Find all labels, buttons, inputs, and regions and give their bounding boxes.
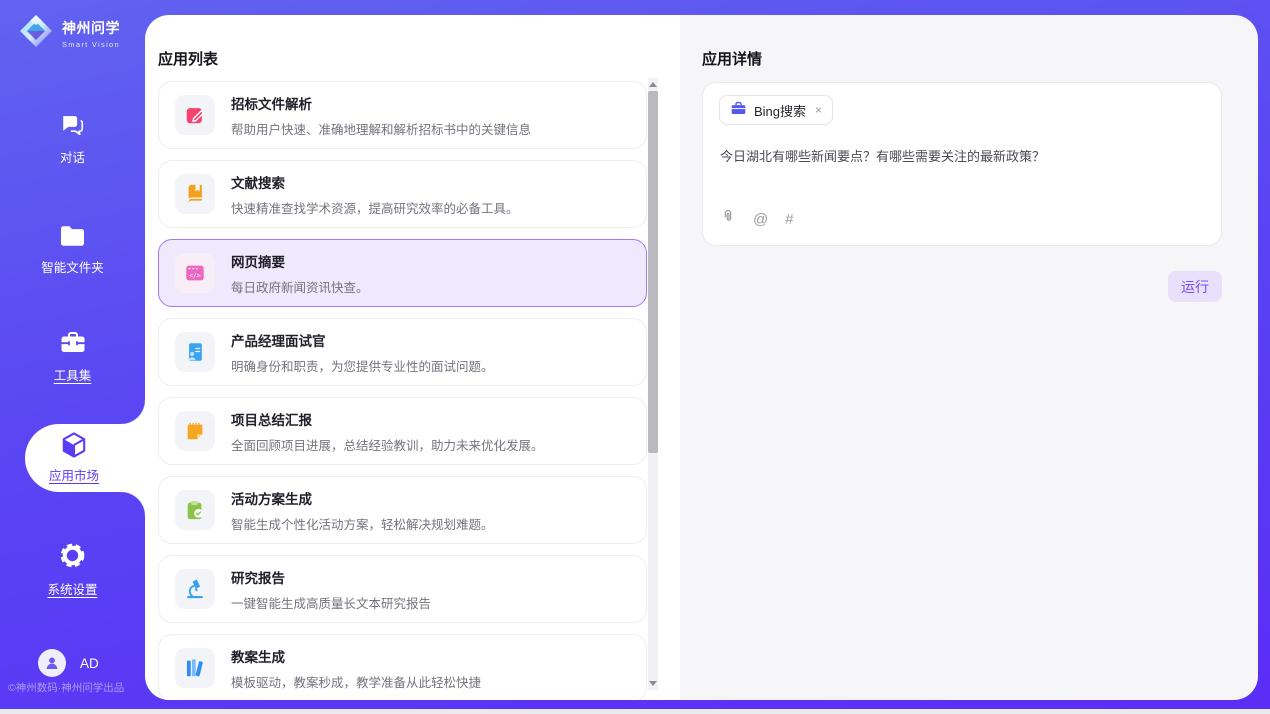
sidebar-item-chat[interactable]: 对话 xyxy=(0,106,145,166)
resume-icon xyxy=(175,332,215,372)
brand-tagline: Smart Vision xyxy=(62,40,120,49)
user-name: AD xyxy=(80,656,99,671)
mention-icon[interactable]: @ xyxy=(753,211,768,228)
briefcase-icon xyxy=(730,100,747,120)
app-card-text: 招标文件解析帮助用户快速、准确地理解和解析招标书中的关键信息 xyxy=(231,93,531,138)
copyright-footer: ©神州数码·神州问学出品 xyxy=(8,680,124,695)
sidebar-item-settings[interactable]: 系统设置 xyxy=(0,538,145,598)
folder-icon xyxy=(0,216,145,248)
sidebar-item-smart-folders[interactable]: 智能文件夹 xyxy=(0,216,145,276)
tool-chip-label: Bing搜索 xyxy=(754,101,806,120)
app-window: 神州问学 Smart Vision 对话智能文件夹工具集应用市场系统设置 AD … xyxy=(0,0,1270,709)
app-list-panel: 应用列表 招标文件解析帮助用户快速、准确地理解和解析招标书中的关键信息文献搜索快… xyxy=(145,15,680,700)
hash-icon[interactable]: # xyxy=(785,211,793,228)
app-card-description: 帮助用户快速、准确地理解和解析招标书中的关键信息 xyxy=(231,119,531,138)
sidebar-item-app-market[interactable]: 应用市场 xyxy=(25,424,145,492)
sidebar-item-toolset[interactable]: 工具集 xyxy=(0,324,145,384)
sidebar-item-label: 应用市场 xyxy=(25,465,123,484)
app-card-title: 项目总结汇报 xyxy=(231,409,544,429)
scroll-down-icon[interactable] xyxy=(649,681,657,686)
books-icon xyxy=(175,648,215,688)
app-card-pm-interviewer[interactable]: 产品经理面试官明确身份和职责，为您提供专业性的面试问题。 xyxy=(158,318,647,386)
app-card-description: 模板驱动，教案秒成，教学准备从此轻松快捷 xyxy=(231,672,481,691)
app-card-project-report[interactable]: 项目总结汇报全面回顾项目进展，总结经验教训，助力未来优化发展。 xyxy=(158,397,647,465)
app-list-title: 应用列表 xyxy=(158,48,218,69)
sidebar-item-label: 工具集 xyxy=(0,365,145,384)
person-icon xyxy=(44,655,60,671)
scroll-up-icon[interactable] xyxy=(649,82,657,87)
app-card-title: 研究报告 xyxy=(231,567,431,587)
browser-code-icon: </> xyxy=(175,253,215,293)
sidebar-item-label: 系统设置 xyxy=(0,579,145,598)
run-button[interactable]: 运行 xyxy=(1168,271,1222,302)
app-card-description: 一键智能生成高质量长文本研究报告 xyxy=(231,593,431,612)
app-card-title: 产品经理面试官 xyxy=(231,330,494,350)
user-account[interactable]: AD xyxy=(38,649,99,677)
app-card-text: 教案生成模板驱动，教案秒成，教学准备从此轻松快捷 xyxy=(231,646,481,691)
cube-icon xyxy=(25,430,123,460)
app-card-title: 文献搜索 xyxy=(231,172,519,192)
app-card-description: 全面回顾项目进展，总结经验教训，助力未来优化发展。 xyxy=(231,435,544,454)
app-card-title: 活动方案生成 xyxy=(231,488,494,508)
app-card-text: 项目总结汇报全面回顾项目进展，总结经验教训，助力未来优化发展。 xyxy=(231,409,544,454)
prompt-card: Bing搜索 × 今日湖北有哪些新闻要点？有哪些需要关注的最新政策？ @ # xyxy=(702,82,1222,246)
app-card-text: 网页摘要每日政府新闻资讯快查。 xyxy=(231,251,369,296)
tool-chip-bing-search[interactable]: Bing搜索 × xyxy=(719,95,833,125)
app-card-event-plan[interactable]: 活动方案生成智能生成个性化活动方案，轻松解决规划难题。 xyxy=(158,476,647,544)
app-card-description: 快速精准查找学术资源，提高研究效率的必备工具。 xyxy=(231,198,519,217)
brand-name: 神州问学 xyxy=(62,18,120,38)
app-card-research-report[interactable]: 研究报告一键智能生成高质量长文本研究报告 xyxy=(158,555,647,623)
book-icon xyxy=(175,174,215,214)
paperclip-icon[interactable] xyxy=(720,208,736,230)
app-card-title: 招标文件解析 xyxy=(231,93,531,113)
app-card-title: 教案生成 xyxy=(231,646,481,666)
prompt-input[interactable]: 今日湖北有哪些新闻要点？有哪些需要关注的最新政策？ xyxy=(720,147,1205,167)
app-card-text: 活动方案生成智能生成个性化活动方案，轻松解决规划难题。 xyxy=(231,488,494,533)
app-card-text: 研究报告一键智能生成高质量长文本研究报告 xyxy=(231,567,431,612)
toolbox-icon xyxy=(0,324,145,356)
app-detail-title: 应用详情 xyxy=(702,48,762,69)
app-card-bid-doc-parse[interactable]: 招标文件解析帮助用户快速、准确地理解和解析招标书中的关键信息 xyxy=(158,81,647,149)
app-card-text: 产品经理面试官明确身份和职责，为您提供专业性的面试问题。 xyxy=(231,330,494,375)
app-card-description: 每日政府新闻资讯快查。 xyxy=(231,277,369,296)
avatar[interactable] xyxy=(38,649,66,677)
microscope-icon xyxy=(175,569,215,609)
close-icon[interactable]: × xyxy=(815,103,822,117)
app-card-literature-search[interactable]: 文献搜索快速精准查找学术资源，提高研究效率的必备工具。 xyxy=(158,160,647,228)
app-card-title: 网页摘要 xyxy=(231,251,369,271)
app-detail-panel: 应用详情 Bing搜索 × 今日湖北有哪些新闻要点？有哪些需要关注的最新政策？ xyxy=(680,15,1258,700)
sidebar: 神州问学 Smart Vision 对话智能文件夹工具集应用市场系统设置 AD … xyxy=(0,0,145,709)
edit-square-icon xyxy=(175,95,215,135)
sidebar-item-label: 智能文件夹 xyxy=(0,257,145,276)
app-card-description: 智能生成个性化活动方案，轻松解决规划难题。 xyxy=(231,514,494,533)
gear-icon xyxy=(0,538,145,570)
main-content: 应用列表 招标文件解析帮助用户快速、准确地理解和解析招标书中的关键信息文献搜索快… xyxy=(145,15,1258,700)
app-card-list: 招标文件解析帮助用户快速、准确地理解和解析招标书中的关键信息文献搜索快速精准查找… xyxy=(158,81,647,700)
chat-icon xyxy=(0,106,145,138)
app-card-lesson-plan[interactable]: 教案生成模板驱动，教案秒成，教学准备从此轻松快捷 xyxy=(158,634,647,700)
brand-logo: 神州问学 Smart Vision xyxy=(18,13,120,54)
prompt-toolbar: @ # xyxy=(720,208,794,230)
tab-curve-top xyxy=(121,400,145,424)
note-icon xyxy=(175,411,215,451)
app-card-web-summary[interactable]: </> 网页摘要每日政府新闻资讯快查。 xyxy=(158,239,647,307)
scrollbar-thumb[interactable] xyxy=(648,91,658,453)
app-card-description: 明确身份和职责，为您提供专业性的面试问题。 xyxy=(231,356,494,375)
app-card-text: 文献搜索快速精准查找学术资源，提高研究效率的必备工具。 xyxy=(231,172,519,217)
brand-diamond-icon xyxy=(18,13,54,54)
tab-curve-bottom xyxy=(121,492,145,516)
sidebar-item-label: 对话 xyxy=(0,147,145,166)
clipboard-check-icon xyxy=(175,490,215,530)
svg-text:</>: </> xyxy=(189,271,201,279)
list-scrollbar[interactable] xyxy=(648,78,658,690)
